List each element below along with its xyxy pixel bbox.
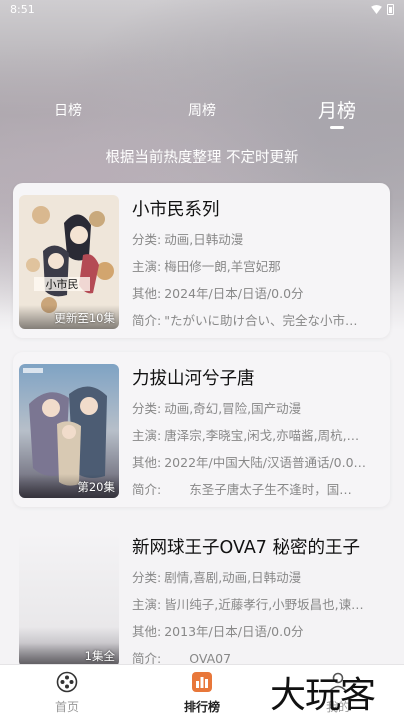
intro-value: 东圣子唐太子生不逢时，国… xyxy=(164,482,352,497)
intro-label: 简介: xyxy=(132,313,162,328)
tab-monthly[interactable]: 月榜 xyxy=(318,96,356,123)
category-row: 分类: 动画,日韩动漫 xyxy=(132,229,243,248)
ranking-subtitle: 根据当前热度整理 不定时更新 xyxy=(105,150,299,166)
episode-badge: 1集全 xyxy=(84,649,115,663)
category-value: 动画,日韩动漫 xyxy=(164,232,244,247)
other-value: 2024年/日本/日语/0.0分 xyxy=(164,286,304,301)
svg-text:小市民: 小市民 xyxy=(46,277,79,291)
other-row: 其他: 2024年/日本/日语/0.0分 xyxy=(132,283,304,302)
ranking-card[interactable]: 小市民 更新至10集 小市民系列 分类: 动画,日韩动漫 主演: 梅田修一朗,羊宫妃… xyxy=(13,183,390,338)
cast-row: 主演: 皆川纯子,近藤孝行,小野坂昌也,谏… xyxy=(132,594,364,613)
nav-ranking[interactable]: 排行榜 xyxy=(162,671,242,715)
ranking-card[interactable]: 1集全 新网球王子OVA7 秘密的王子 分类: 剧情,喜剧,动画,日韩动漫 主演:… xyxy=(13,521,390,676)
item-title[interactable]: 力拔山河兮子唐 xyxy=(132,365,255,390)
ranking-card[interactable]: 第20集 力拔山河兮子唐 分类: 动画,奇幻,冒险,国产动漫 主演: 唐泽宗,李晓宝… xyxy=(13,352,390,507)
item-title[interactable]: 新网球王子OVA7 秘密的王子 xyxy=(132,534,360,559)
nav-home-label: 首页 xyxy=(54,700,79,714)
cast-value: 梅田修一朗,羊宫妃那 xyxy=(164,259,281,274)
tab-daily[interactable]: 日榜 xyxy=(54,100,82,120)
episode-badge: 第20集 xyxy=(77,480,115,494)
category-label: 分类: xyxy=(132,232,162,247)
category-value: 剧情,喜剧,动画,日韩动漫 xyxy=(164,570,302,585)
tab-weekly[interactable]: 周榜 xyxy=(188,100,216,120)
status-time: 8:51 xyxy=(10,2,35,16)
watermark-logo: 大玩客 xyxy=(270,675,376,716)
film-reel-icon xyxy=(56,671,78,693)
other-row: 其他: 2022年/中国大陆/汉语普通话/0.0… xyxy=(132,452,366,471)
battery-icon xyxy=(387,3,394,15)
other-row: 其他: 2013年/日本/日语/0.0分 xyxy=(132,621,304,640)
category-label: 分类: xyxy=(132,401,162,416)
category-row: 分类: 剧情,喜剧,动画,日韩动漫 xyxy=(132,567,301,586)
other-label: 其他: xyxy=(132,286,162,301)
category-label: 分类: xyxy=(132,570,162,585)
cast-value: 皆川纯子,近藤孝行,小野坂昌也,谏… xyxy=(164,597,364,612)
nav-ranking-label: 排行榜 xyxy=(183,700,220,714)
cast-label: 主演: xyxy=(132,259,162,274)
other-label: 其他: xyxy=(132,624,162,639)
episode-badge: 更新至10集 xyxy=(54,311,115,325)
category-value: 动画,奇幻,冒险,国产动漫 xyxy=(164,401,302,416)
active-tab-indicator xyxy=(330,126,344,129)
cast-label: 主演: xyxy=(132,428,162,443)
poster-image[interactable]: 第20集 xyxy=(19,364,119,498)
poster-image[interactable]: 1集全 xyxy=(19,533,119,667)
ranking-tabs: 日榜 周榜 月榜 xyxy=(0,96,404,136)
cast-row: 主演: 唐泽宗,李晓宝,闲戈,亦喵酱,周杭,… xyxy=(132,425,359,444)
wifi-icon xyxy=(371,4,382,14)
ranking-chart-icon xyxy=(192,672,212,692)
other-label: 其他: xyxy=(132,455,162,470)
item-title[interactable]: 小市民系列 xyxy=(132,196,220,221)
cast-label: 主演: xyxy=(132,597,162,612)
nav-home[interactable]: 首页 xyxy=(27,671,107,715)
category-row: 分类: 动画,奇幻,冒险,国产动漫 xyxy=(132,398,301,417)
intro-label: 简介: xyxy=(132,482,162,497)
intro-row: 简介: 东圣子唐太子生不逢时，国… xyxy=(132,479,352,498)
other-value: 2013年/日本/日语/0.0分 xyxy=(164,624,304,639)
other-value: 2022年/中国大陆/汉语普通话/0.0… xyxy=(164,455,367,470)
cast-value: 唐泽宗,李晓宝,闲戈,亦喵酱,周杭,… xyxy=(164,428,360,443)
poster-image[interactable]: 小市民 更新至10集 xyxy=(19,195,119,329)
status-bar: 8:51 xyxy=(0,0,404,18)
cast-row: 主演: 梅田修一朗,羊宫妃那 xyxy=(132,256,281,275)
status-icons xyxy=(371,3,394,15)
intro-row: 简介: "たがいに助け合い、完全な小市… xyxy=(132,310,357,329)
intro-value: "たがいに助け合い、完全な小市… xyxy=(164,313,358,328)
